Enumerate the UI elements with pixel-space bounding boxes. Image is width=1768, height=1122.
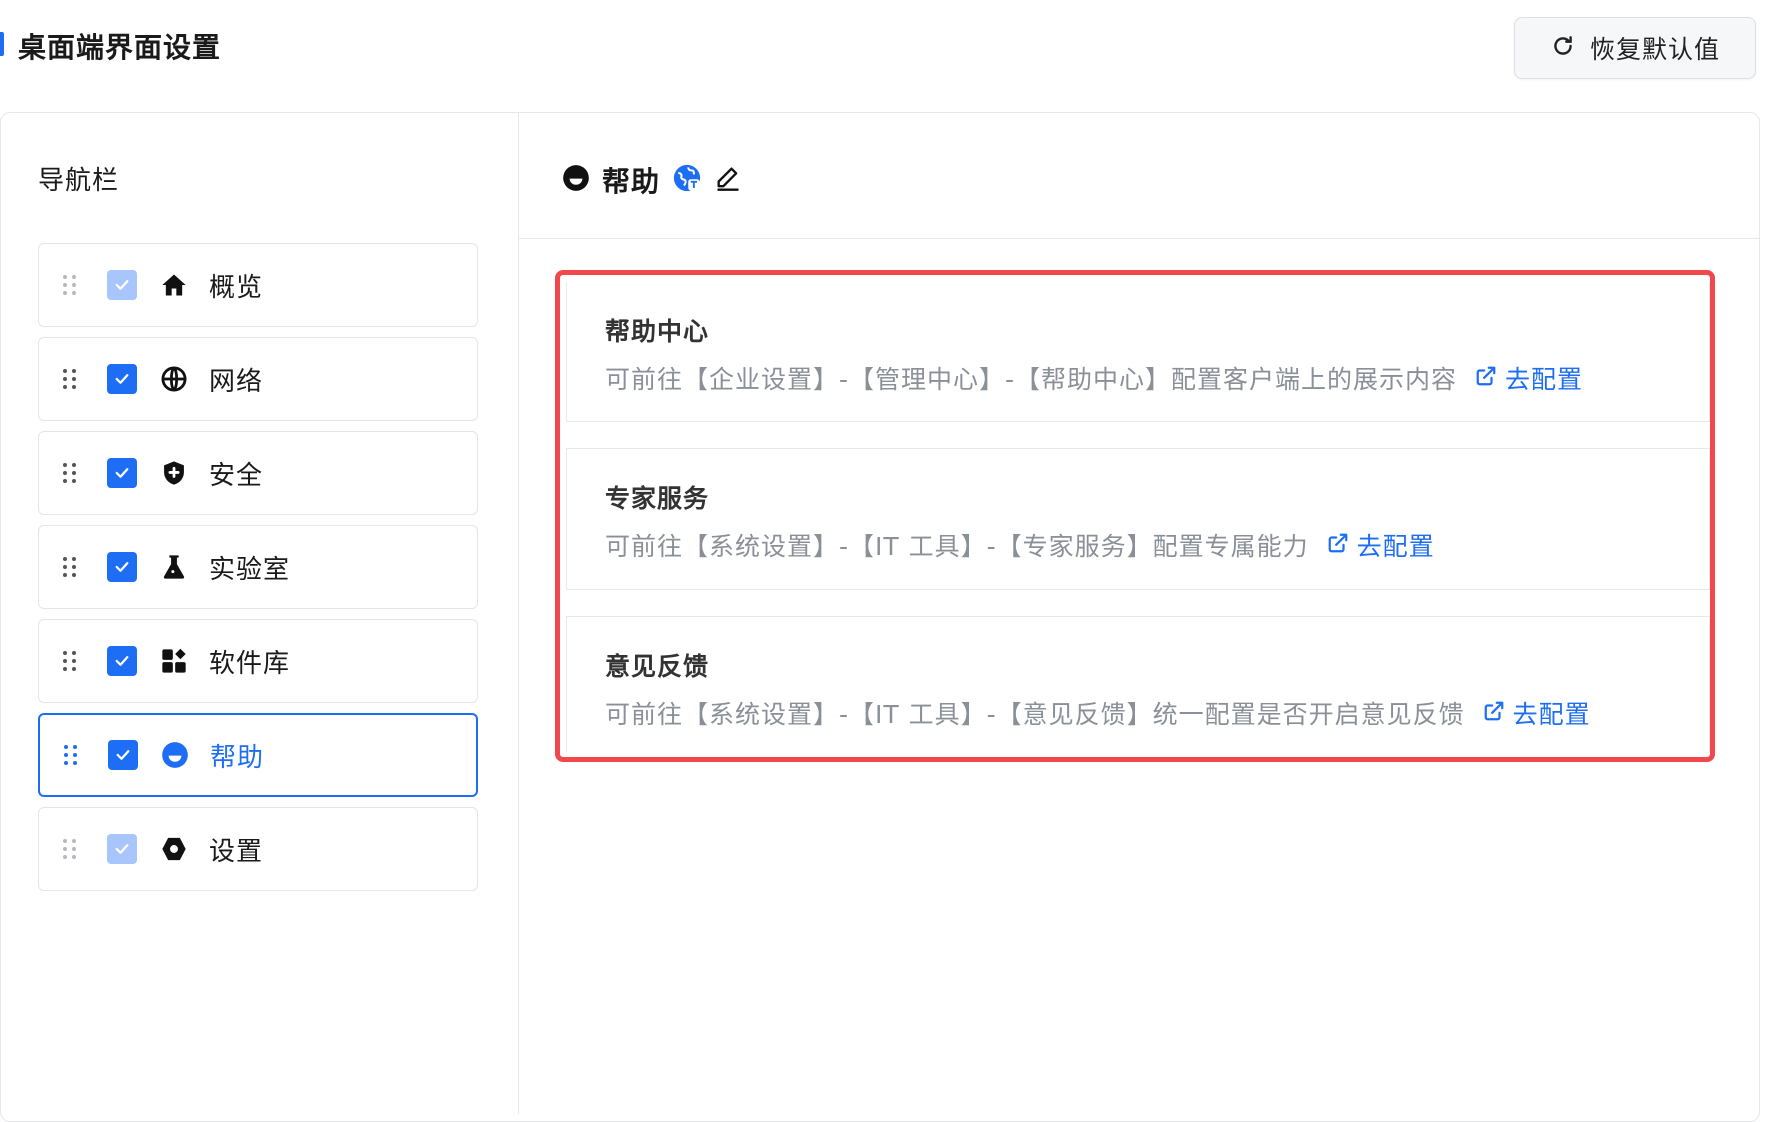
external-link-icon	[1483, 699, 1505, 728]
nav-item-checkbox[interactable]	[107, 458, 137, 488]
section-title: 专家服务	[605, 484, 710, 513]
nav-item-label: 概览	[209, 272, 264, 303]
nav-item-overview[interactable]: 概览	[38, 243, 478, 327]
nav-item-label: 软件库	[209, 648, 291, 679]
reset-default-button[interactable]: 恢复默认值	[1514, 17, 1756, 79]
nav-item-lab[interactable]: 实验室	[38, 525, 478, 609]
feedback-card: 意见反馈 可前往【系统设置】-【IT 工具】-【意见反馈】统一配置是否开启意见反…	[566, 616, 1710, 752]
nav-item-security[interactable]: 安全	[38, 431, 478, 515]
section-title: 帮助中心	[605, 317, 710, 346]
go-configure-link[interactable]: 去配置	[1475, 360, 1583, 396]
apps-icon	[159, 646, 189, 676]
nav-item-checkbox[interactable]	[107, 552, 137, 582]
help-icon	[562, 164, 590, 196]
section-description: 可前往【系统设置】-【IT 工具】-【专家服务】配置专属能力 去配置	[605, 527, 1435, 563]
section-description: 可前往【企业设置】-【管理中心】-【帮助中心】配置客户端上的展示内容 去配置	[605, 360, 1583, 396]
nav-item-checkbox[interactable]	[107, 364, 137, 394]
section-title: 意见反馈	[605, 652, 710, 681]
detail-header: 帮助	[562, 160, 742, 200]
drag-handle-icon[interactable]	[63, 369, 77, 389]
expert-service-card: 专家服务 可前往【系统设置】-【IT 工具】-【专家服务】配置专属能力 去配置	[566, 448, 1710, 590]
gear-icon	[159, 834, 189, 864]
flask-icon	[159, 552, 189, 582]
edit-pencil-icon[interactable]	[714, 164, 742, 196]
globe-icon	[159, 364, 189, 394]
reset-default-label: 恢复默认值	[1589, 35, 1720, 64]
nav-item-checkbox	[107, 834, 137, 864]
nav-item-label: 安全	[209, 460, 264, 491]
nav-item-software-library[interactable]: 软件库	[38, 619, 478, 703]
page-title: 桌面端界面设置	[18, 31, 222, 64]
panel-divider	[518, 112, 519, 1114]
detail-header-divider	[519, 238, 1759, 239]
title-accent-bar	[0, 32, 4, 56]
home-icon	[159, 270, 189, 300]
external-link-icon	[1475, 364, 1497, 393]
nav-item-label: 网络	[209, 366, 264, 397]
drag-handle-icon[interactable]	[63, 651, 77, 671]
nav-item-network[interactable]: 网络	[38, 337, 478, 421]
nav-item-help[interactable]: 帮助	[38, 713, 478, 797]
nav-item-settings[interactable]: 设置	[38, 807, 478, 891]
nav-item-label: 实验室	[209, 554, 291, 585]
go-configure-link[interactable]: 去配置	[1483, 695, 1591, 731]
nav-section-title: 导航栏	[38, 166, 120, 196]
translate-globe-icon[interactable]	[672, 163, 702, 197]
drag-handle-icon[interactable]	[63, 275, 77, 295]
help-icon	[160, 740, 190, 770]
drag-handle-icon[interactable]	[63, 839, 77, 859]
go-configure-link[interactable]: 去配置	[1327, 527, 1435, 563]
section-description: 可前往【系统设置】-【IT 工具】-【意见反馈】统一配置是否开启意见反馈 去配置	[605, 695, 1591, 731]
drag-handle-icon[interactable]	[63, 463, 77, 483]
help-center-card: 帮助中心 可前往【企业设置】-【管理中心】-【帮助中心】配置客户端上的展示内容 …	[566, 282, 1710, 422]
refresh-icon	[1550, 33, 1576, 63]
shield-icon	[159, 458, 189, 488]
nav-item-checkbox[interactable]	[107, 646, 137, 676]
external-link-icon	[1327, 531, 1349, 560]
detail-title: 帮助	[602, 165, 661, 198]
drag-handle-icon[interactable]	[63, 557, 77, 577]
nav-item-checkbox[interactable]	[108, 740, 138, 770]
nav-item-checkbox	[107, 270, 137, 300]
nav-item-label: 设置	[209, 836, 264, 867]
drag-handle-icon[interactable]	[64, 745, 78, 765]
nav-item-label: 帮助	[210, 742, 265, 773]
